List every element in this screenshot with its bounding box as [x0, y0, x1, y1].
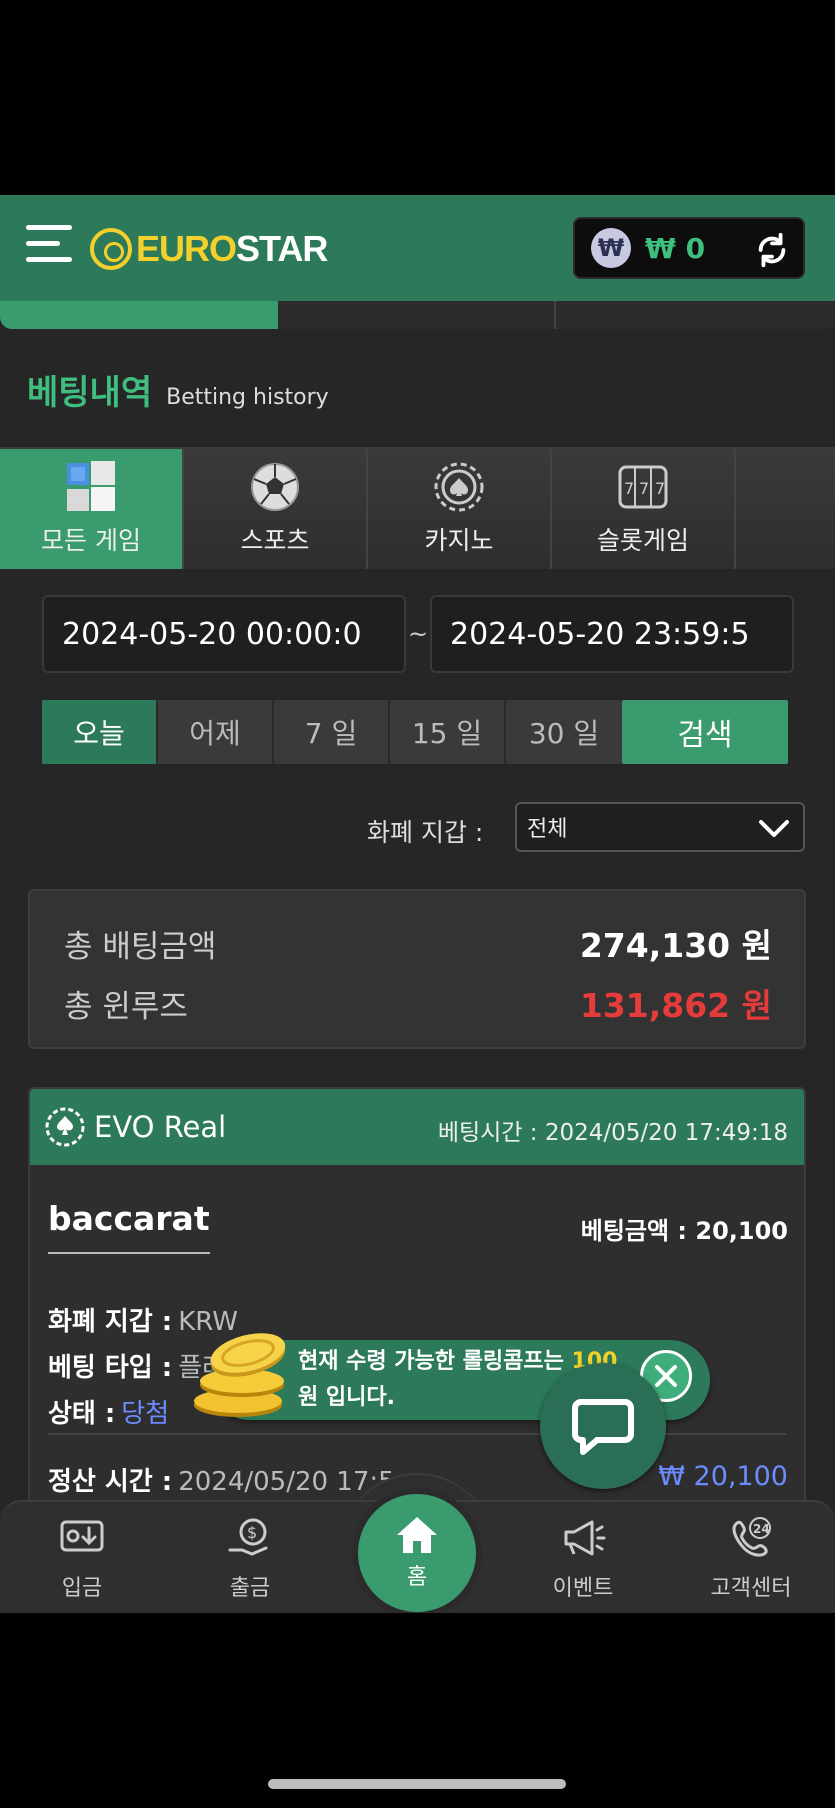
game-name: baccarat: [48, 1199, 210, 1254]
info-label: 상태 :: [48, 1399, 116, 1429]
top-header: EUROSTAR ₩ ₩ 0: [0, 195, 835, 301]
total-bet-label: 총 배팅금액: [64, 928, 217, 965]
provider-name: EVO Real: [94, 1110, 227, 1144]
logo[interactable]: EUROSTAR: [90, 221, 328, 277]
nav-home-button[interactable]: 홈: [352, 1488, 482, 1613]
game-category-tabs: 모든 게임 스포츠 카지노 777 슬롯게임: [0, 447, 835, 569]
svg-text:24: 24: [753, 1522, 770, 1536]
tab-label: 카지노: [424, 526, 494, 555]
support-24-icon: 24: [732, 1517, 771, 1557]
tab-all-games[interactable]: 모든 게임: [0, 449, 184, 569]
settle-time-info: 정산 시간 :2024/05/20 17:5: [48, 1461, 395, 1498]
page-title-en: Betting history: [166, 385, 329, 410]
nav-event[interactable]: 이벤트: [523, 1516, 643, 1602]
period-7days-button[interactable]: 7 일: [274, 700, 390, 764]
menu-icon[interactable]: [26, 225, 74, 269]
sub-tab-2[interactable]: [278, 301, 556, 329]
page-title-ko: 베팅내역: [27, 373, 153, 413]
home-icon: [397, 1517, 437, 1553]
tab-sports[interactable]: 스포츠: [184, 449, 368, 569]
chevron-down-icon: [759, 820, 789, 837]
total-bet-value: 274,130 원: [579, 926, 772, 965]
total-winloss-row: 총 윈루즈 131,862 원: [64, 979, 772, 1027]
nav-label: 이벤트: [552, 1576, 614, 1601]
nav-label: 출금: [229, 1576, 271, 1601]
slot-machine-icon: 777: [618, 465, 668, 509]
wallet-balance-box[interactable]: ₩ ₩ 0: [573, 217, 805, 279]
toast-line1: 현재 수령 가능한 롤링콤프는: [298, 1349, 572, 1374]
nav-label: 홈: [406, 1565, 428, 1590]
nav-support[interactable]: 24 고객센터: [691, 1516, 811, 1602]
total-winloss-value: 131,862 원: [579, 986, 772, 1025]
total-bet-row: 총 배팅금액 274,130 원: [64, 919, 772, 967]
nav-withdraw[interactable]: $ 출금: [190, 1516, 310, 1602]
gold-coins-icon: [194, 1333, 286, 1417]
period-15days-button[interactable]: 15 일: [390, 700, 506, 764]
logo-star-text: STAR: [236, 228, 328, 269]
bet-time: 베팅시간 : 2024/05/20 17:49:18: [437, 1120, 788, 1146]
status-badge: 당첨: [121, 1399, 170, 1429]
logo-euro-text: EURO: [136, 228, 237, 269]
nav-deposit[interactable]: 입금: [22, 1516, 142, 1602]
info-label: 화폐 지갑 :: [48, 1307, 173, 1337]
total-winloss-label: 총 윈루즈: [64, 988, 188, 1025]
sub-tab-3[interactable]: [556, 301, 835, 329]
soccer-ball-icon: [251, 463, 299, 511]
tab-label: 슬롯게임: [596, 526, 689, 555]
svg-text:7: 7: [655, 479, 665, 498]
chat-bubble-icon: [572, 1399, 634, 1455]
spade-chip-icon: [45, 1107, 85, 1147]
date-range: 2024-05-20 00:00:0 ~ 2024-05-20 23:59:5: [42, 595, 794, 673]
svg-text:7: 7: [624, 479, 634, 498]
wallet-balance: ₩ 0: [645, 231, 706, 265]
currency-wallet-select[interactable]: 전체: [515, 802, 805, 852]
deposit-icon: [60, 1520, 104, 1552]
live-chat-button[interactable]: [540, 1363, 666, 1489]
sub-tabs: [0, 301, 835, 329]
app-screen: EUROSTAR ₩ ₩ 0 베팅내역 Betting history 모든 게…: [0, 195, 835, 1613]
settle-amount: ₩ 20,100: [658, 1461, 788, 1492]
logo-mark-icon: [90, 228, 132, 270]
select-value: 전체: [527, 817, 568, 842]
period-yesterday-button[interactable]: 어제: [158, 700, 274, 764]
card-divider: [48, 1433, 786, 1435]
nav-label: 입금: [61, 1576, 103, 1601]
info-label: 정산 시간 :: [48, 1467, 173, 1497]
refresh-icon[interactable]: [753, 231, 791, 269]
start-date-input[interactable]: 2024-05-20 00:00:0: [42, 595, 406, 673]
withdraw-icon: $: [228, 1518, 268, 1556]
period-30days-button[interactable]: 30 일: [506, 700, 622, 764]
close-icon: [655, 1365, 677, 1387]
currency-wallet-label: 화폐 지갑 :: [367, 818, 484, 847]
betting-summary: 총 배팅금액 274,130 원 총 윈루즈 131,862 원: [28, 889, 806, 1049]
tab-label: 스포츠: [240, 526, 310, 555]
toast-line2: 원 입니다.: [298, 1385, 395, 1410]
page-title: 베팅내역 Betting history: [27, 365, 329, 414]
period-buttons: 오늘 어제 7 일 15 일 30 일 검색: [42, 700, 788, 764]
tab-label: 모든 게임: [41, 526, 141, 555]
end-date-input[interactable]: 2024-05-20 23:59:5: [430, 595, 794, 673]
status-info: 상태 : 당첨: [48, 1393, 169, 1430]
cubes-icon: [67, 461, 115, 511]
ios-home-indicator[interactable]: [268, 1779, 566, 1789]
won-coin-icon: ₩: [591, 228, 631, 268]
info-label: 베팅 타입 :: [48, 1353, 173, 1383]
tab-mini[interactable]: 미니: [736, 449, 835, 569]
megaphone-icon: [564, 1520, 606, 1556]
bet-card-header: EVO Real 베팅시간 : 2024/05/20 17:49:18: [30, 1089, 804, 1165]
casino-chip-icon: [434, 462, 484, 512]
tab-slots[interactable]: 777 슬롯게임: [552, 449, 736, 569]
period-today-button[interactable]: 오늘: [42, 700, 158, 764]
sub-tab-1[interactable]: [0, 301, 278, 329]
nav-label: 고객센터: [710, 1576, 792, 1601]
info-value: 2024/05/20 17:5: [178, 1467, 395, 1497]
tab-casino[interactable]: 카지노: [368, 449, 552, 569]
svg-text:7: 7: [639, 479, 649, 498]
date-separator: ~: [407, 620, 429, 648]
svg-text:$: $: [247, 1523, 257, 1542]
bet-amount: 베팅금액 : 20,100: [580, 1217, 788, 1245]
search-button[interactable]: 검색: [622, 700, 788, 764]
